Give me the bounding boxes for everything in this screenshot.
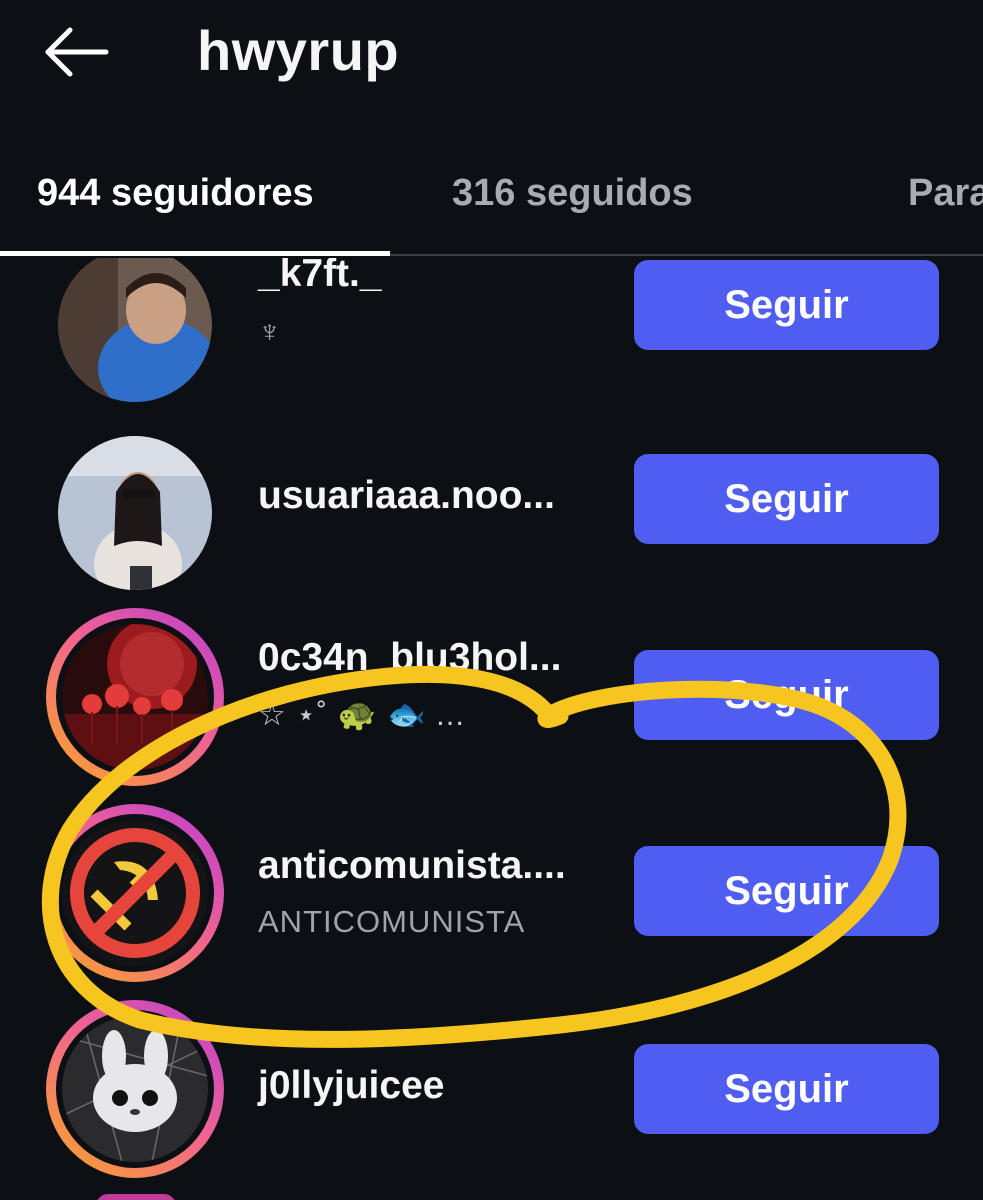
avatar-photo [58,258,212,402]
page-title: hwyrup [197,19,400,82]
follow-button[interactable]: Seguir [634,260,939,350]
avatar-photo [62,1016,208,1162]
avatar[interactable] [46,608,224,786]
follow-button[interactable]: Seguir [634,1044,939,1134]
followers-list: _k7ft._ ♆ Seguir usuariaaa.noo... Seguir [0,258,983,1200]
tab-divider [390,254,983,256]
tab-followers[interactable]: 944 seguidores [37,172,314,215]
avatar[interactable] [46,804,224,982]
avatar-photo [62,624,208,770]
follow-button[interactable]: Seguir [634,846,939,936]
top-bar: hwyrup [0,0,983,110]
username[interactable]: _k7ft._ [258,258,382,296]
avatar[interactable] [46,1000,224,1178]
tab-bar: 944 seguidores 316 seguidos Para [0,150,983,260]
username[interactable]: usuariaaa.noo... [258,474,555,518]
active-tab-indicator [0,251,390,256]
tab-following[interactable]: 316 seguidos [452,172,693,215]
username[interactable]: j0llyjuicee [258,1064,444,1108]
avatar-photo [62,820,208,966]
next-avatar-edge [96,1194,176,1200]
follow-button[interactable]: Seguir [634,454,939,544]
list-item[interactable]: anticomunista.... ANTICOMUNISTA Seguir [0,804,983,1000]
list-item[interactable]: j0llyjuicee Seguir [0,1000,983,1196]
avatar[interactable] [46,424,224,602]
user-subtitle: ♆ [258,314,283,349]
list-item[interactable]: 0c34n_blu3hol... ☆ ⋆˚ 🐢 🐟 ... Seguir [0,608,983,804]
avatar[interactable] [46,258,224,414]
user-subtitle: ☆ ⋆˚ 🐢 🐟 ... [258,697,466,732]
list-item[interactable]: _k7ft._ ♆ Seguir [0,258,983,424]
user-subtitle: ANTICOMUNISTA [258,904,526,939]
avatar-photo [58,436,212,590]
list-item[interactable]: usuariaaa.noo... Seguir [0,424,983,620]
arrow-left-icon[interactable] [40,22,112,82]
username[interactable]: 0c34n_blu3hol... [258,636,561,680]
username[interactable]: anticomunista.... [258,844,566,888]
follow-button[interactable]: Seguir [634,650,939,740]
tab-suggested[interactable]: Para [908,172,983,215]
